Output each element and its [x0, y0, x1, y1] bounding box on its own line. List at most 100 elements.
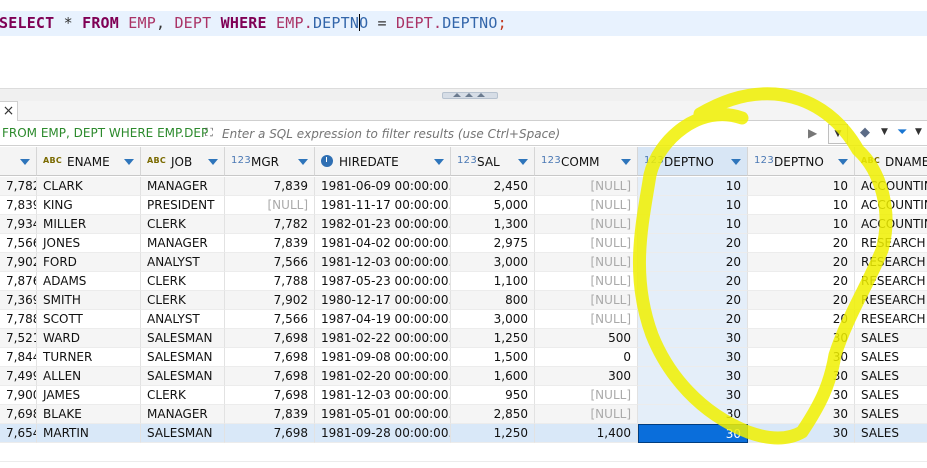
- table-cell[interactable]: 1981-11-17 00:00:00.000: [315, 196, 451, 215]
- table-cell[interactable]: 3,000: [451, 310, 535, 329]
- table-cell[interactable]: SALES: [855, 424, 927, 443]
- table-row[interactable]: 7,876 ADAMS CLERK 7,788 1987-05-23 00:00:00.…: [0, 272, 927, 291]
- table-row[interactable]: 7,900 JAMES CLERK 7,698 1981-12-03 00:00:00.…: [0, 386, 927, 405]
- table-row[interactable]: 7,566 JONES MANAGER 7,839 1981-04-02 00:00:0…: [0, 234, 927, 253]
- table-row[interactable]: 7,782 CLARK MANAGER 7,839 1981-06-09 00:00:0…: [0, 177, 927, 196]
- table-cell[interactable]: 5,000: [451, 196, 535, 215]
- table-cell[interactable]: 1,300: [451, 215, 535, 234]
- table-cell[interactable]: SALESMAN: [141, 424, 225, 443]
- table-row[interactable]: 7,521 WARD SALESMAN 7,698 1981-02-22 00:00:0…: [0, 329, 927, 348]
- table-cell[interactable]: 10: [748, 215, 855, 234]
- table-cell[interactable]: CLERK: [141, 291, 225, 310]
- table-cell[interactable]: 500: [535, 329, 638, 348]
- table-cell[interactable]: SALES: [855, 405, 927, 424]
- sort-dropdown-icon[interactable]: [838, 159, 848, 165]
- table-cell[interactable]: RESEARCH: [855, 291, 927, 310]
- table-cell[interactable]: ACCOUNTIN: [855, 215, 927, 234]
- table-cell[interactable]: 7,654: [0, 424, 37, 443]
- table-cell[interactable]: CLERK: [141, 386, 225, 405]
- table-cell[interactable]: WARD: [37, 329, 141, 348]
- table-cell[interactable]: 10: [638, 177, 748, 196]
- table-row[interactable]: 7,788 SCOTT ANALYST 7,566 1987-04-19 00:00:0…: [0, 310, 927, 329]
- table-cell[interactable]: 7,788: [0, 310, 37, 329]
- table-cell[interactable]: 7,839: [225, 234, 315, 253]
- table-cell[interactable]: ADAMS: [37, 272, 141, 291]
- table-cell[interactable]: 30: [638, 348, 748, 367]
- table-cell[interactable]: RESEARCH: [855, 253, 927, 272]
- sort-dropdown-icon[interactable]: [731, 159, 741, 165]
- collapse-arrow-icon[interactable]: [453, 93, 461, 97]
- table-cell[interactable]: 10: [638, 196, 748, 215]
- table-cell[interactable]: 950: [451, 386, 535, 405]
- table-cell[interactable]: 7,844: [0, 348, 37, 367]
- sort-dropdown-icon[interactable]: [621, 159, 631, 165]
- table-cell[interactable]: 1982-01-23 00:00:00.000: [315, 215, 451, 234]
- table-cell[interactable]: 1987-05-23 00:00:00.000: [315, 272, 451, 291]
- table-cell[interactable]: 7,698: [225, 329, 315, 348]
- table-cell[interactable]: SALES: [855, 329, 927, 348]
- column-header-sal-5[interactable]: 123 SAL: [451, 147, 535, 176]
- funnel-icon[interactable]: ⏷: [897, 125, 907, 140]
- table-cell[interactable]: 2,975: [451, 234, 535, 253]
- table-cell[interactable]: [NULL]: [535, 310, 638, 329]
- table-cell[interactable]: 7,934: [0, 215, 37, 234]
- table-cell[interactable]: MANAGER: [141, 405, 225, 424]
- table-cell[interactable]: JAMES: [37, 386, 141, 405]
- table-cell[interactable]: [NULL]: [535, 386, 638, 405]
- table-cell[interactable]: JONES: [37, 234, 141, 253]
- close-icon[interactable]: ×: [0, 101, 18, 121]
- table-row[interactable]: 7,499 ALLEN SALESMAN 7,698 1981-02-20 00:00:…: [0, 367, 927, 386]
- table-cell[interactable]: 7,782: [225, 215, 315, 234]
- table-cell[interactable]: CLERK: [141, 272, 225, 291]
- sort-dropdown-icon[interactable]: [434, 159, 444, 165]
- table-cell[interactable]: 10: [748, 177, 855, 196]
- table-cell[interactable]: ANALYST: [141, 310, 225, 329]
- table-cell[interactable]: SALES: [855, 348, 927, 367]
- table-cell[interactable]: 30: [638, 386, 748, 405]
- table-cell[interactable]: 7,698: [225, 348, 315, 367]
- table-cell[interactable]: 20: [748, 234, 855, 253]
- table-cell[interactable]: 7,782: [0, 177, 37, 196]
- table-cell[interactable]: 30: [748, 405, 855, 424]
- table-cell[interactable]: 7,839: [0, 196, 37, 215]
- table-cell[interactable]: MANAGER: [141, 177, 225, 196]
- table-cell[interactable]: 20: [638, 291, 748, 310]
- table-cell[interactable]: 7,698: [225, 367, 315, 386]
- table-cell[interactable]: FORD: [37, 253, 141, 272]
- column-header-job-2[interactable]: ABC JOB: [141, 147, 225, 176]
- table-cell[interactable]: ALLEN: [37, 367, 141, 386]
- column-header-mgr-3[interactable]: 123 MGR: [225, 147, 315, 176]
- table-cell[interactable]: CLERK: [141, 215, 225, 234]
- table-cell[interactable]: [NULL]: [225, 196, 315, 215]
- table-cell[interactable]: [NULL]: [535, 253, 638, 272]
- table-cell[interactable]: 20: [748, 310, 855, 329]
- column-header-empno-0[interactable]: 123: [0, 147, 37, 176]
- table-cell[interactable]: 1981-04-02 00:00:00.000: [315, 234, 451, 253]
- table-cell[interactable]: 1981-02-20 00:00:00.000: [315, 367, 451, 386]
- table-cell[interactable]: 0: [535, 348, 638, 367]
- table-cell[interactable]: SALESMAN: [141, 329, 225, 348]
- table-cell[interactable]: BLAKE: [37, 405, 141, 424]
- table-cell[interactable]: 30: [748, 424, 855, 443]
- sort-dropdown-icon[interactable]: [20, 159, 30, 165]
- table-cell[interactable]: [NULL]: [535, 234, 638, 253]
- table-cell[interactable]: 7,876: [0, 272, 37, 291]
- table-cell[interactable]: 7,521: [0, 329, 37, 348]
- table-cell[interactable]: [NULL]: [535, 177, 638, 196]
- table-row[interactable]: 7,934 MILLER CLERK 7,782 1982-01-23 00:00:00…: [0, 215, 927, 234]
- table-cell[interactable]: RESEARCH: [855, 272, 927, 291]
- table-row[interactable]: 7,698 BLAKE MANAGER 7,839 1981-05-01 00:00:0…: [0, 405, 927, 424]
- table-cell[interactable]: RESEARCH: [855, 310, 927, 329]
- table-cell[interactable]: 7,566: [225, 253, 315, 272]
- table-cell[interactable]: SALESMAN: [141, 367, 225, 386]
- collapse-arrow-icon[interactable]: [477, 93, 485, 97]
- table-cell[interactable]: 7,698: [0, 405, 37, 424]
- table-cell[interactable]: 20: [748, 253, 855, 272]
- sql-statement[interactable]: SELECT * FROM EMP, DEPT WHERE EMP.DEPTNO…: [0, 14, 507, 32]
- table-cell[interactable]: RESEARCH: [855, 234, 927, 253]
- table-cell[interactable]: 30: [748, 386, 855, 405]
- column-header-dname-9[interactable]: ABC DNAME: [855, 147, 927, 176]
- table-cell[interactable]: 20: [638, 310, 748, 329]
- table-cell[interactable]: 300: [535, 367, 638, 386]
- table-cell[interactable]: 20: [748, 291, 855, 310]
